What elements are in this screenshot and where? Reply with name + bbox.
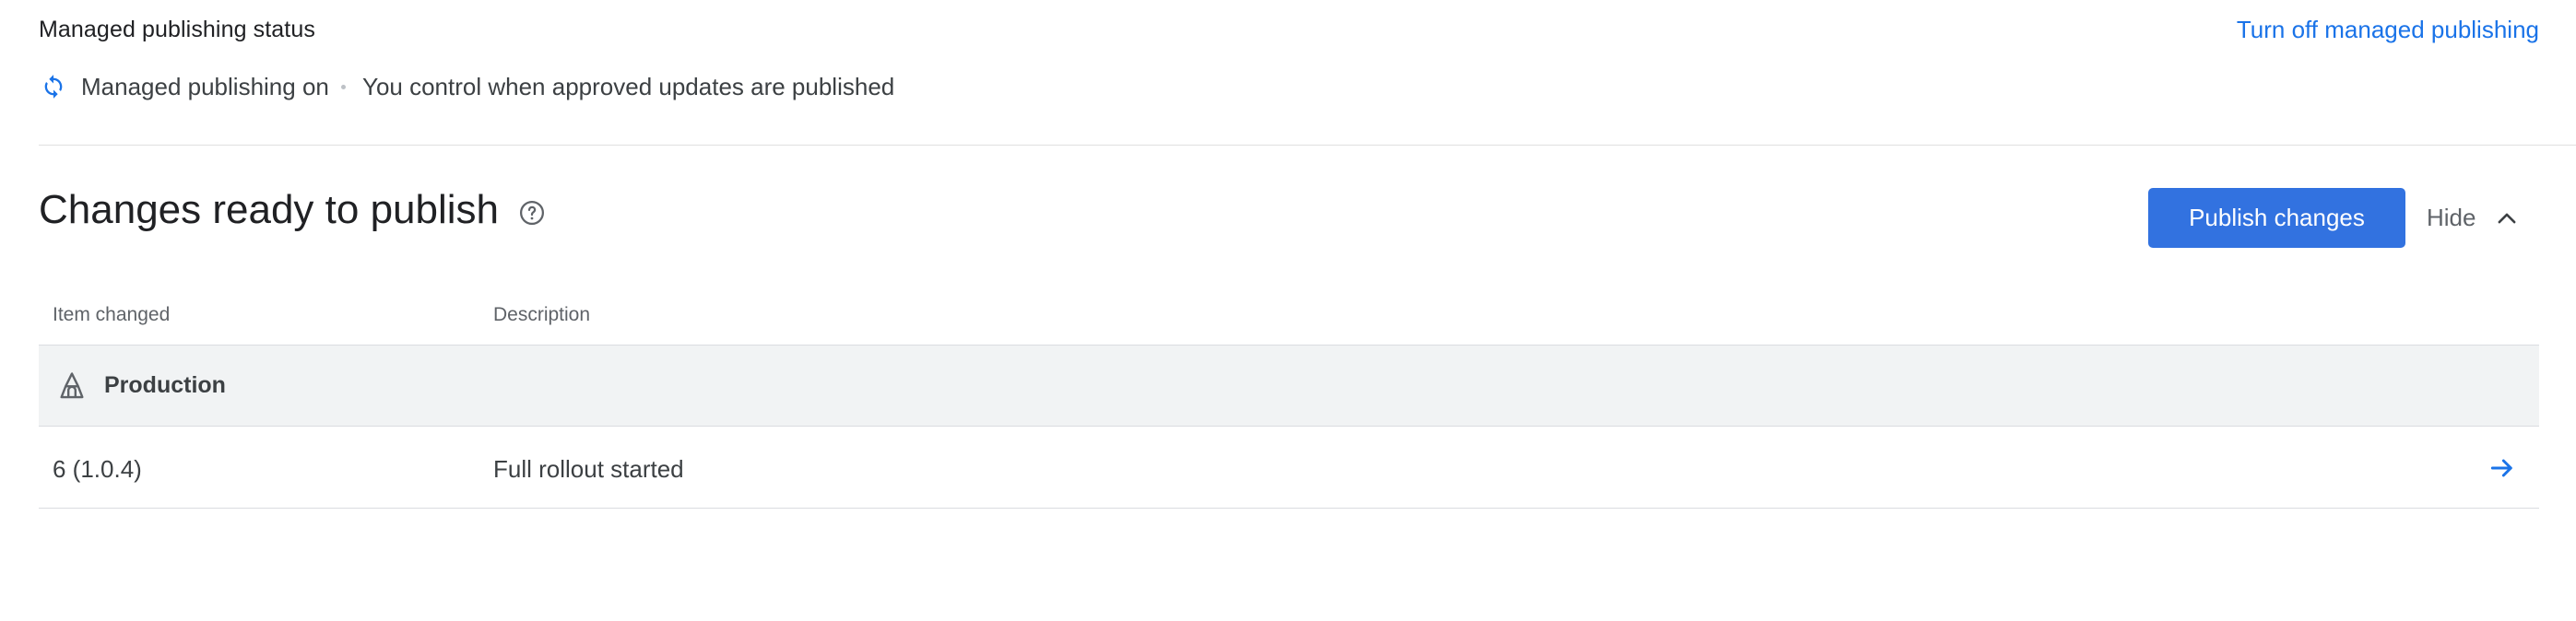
status-title: Managed publishing status: [39, 17, 315, 42]
column-header-description: Description: [493, 304, 591, 325]
help-circle-icon[interactable]: [518, 199, 546, 227]
changes-title: Changes ready to publish: [39, 187, 499, 232]
turn-off-managed-publishing-link[interactable]: Turn off managed publishing: [2237, 16, 2539, 44]
sync-icon: [44, 75, 63, 99]
managed-publishing-state: Managed publishing on: [81, 73, 329, 100]
hide-label: Hide: [2427, 204, 2476, 231]
managed-publishing-page: Managed publishing status Turn off manag…: [39, 0, 2576, 509]
changes-table: Item changed Description Production 6 (1…: [39, 286, 2539, 509]
group-row-production: Production: [39, 346, 2539, 427]
hide-toggle[interactable]: Hide: [2427, 188, 2520, 248]
table-header: Item changed Description: [39, 286, 2539, 346]
separator-dot: [341, 85, 346, 89]
publish-changes-button[interactable]: Publish changes: [2148, 188, 2405, 248]
table-row[interactable]: 6 (1.0.4) Full rollout started: [39, 427, 2539, 509]
group-label: Production: [104, 372, 226, 398]
column-header-item-changed: Item changed: [53, 304, 171, 325]
description-cell: Full rollout started: [493, 455, 684, 483]
status-row: Managed publishing on You control when a…: [39, 61, 2539, 146]
arrow-right-icon[interactable]: [2487, 453, 2517, 483]
section-divider: [39, 145, 2576, 146]
chevron-up-icon: [2499, 213, 2516, 223]
item-changed-cell: 6 (1.0.4): [53, 455, 142, 483]
status-description: You control when approved updates are pu…: [362, 73, 895, 100]
production-track-icon: [60, 372, 84, 399]
status-header: Managed publishing status Turn off manag…: [39, 0, 2539, 61]
